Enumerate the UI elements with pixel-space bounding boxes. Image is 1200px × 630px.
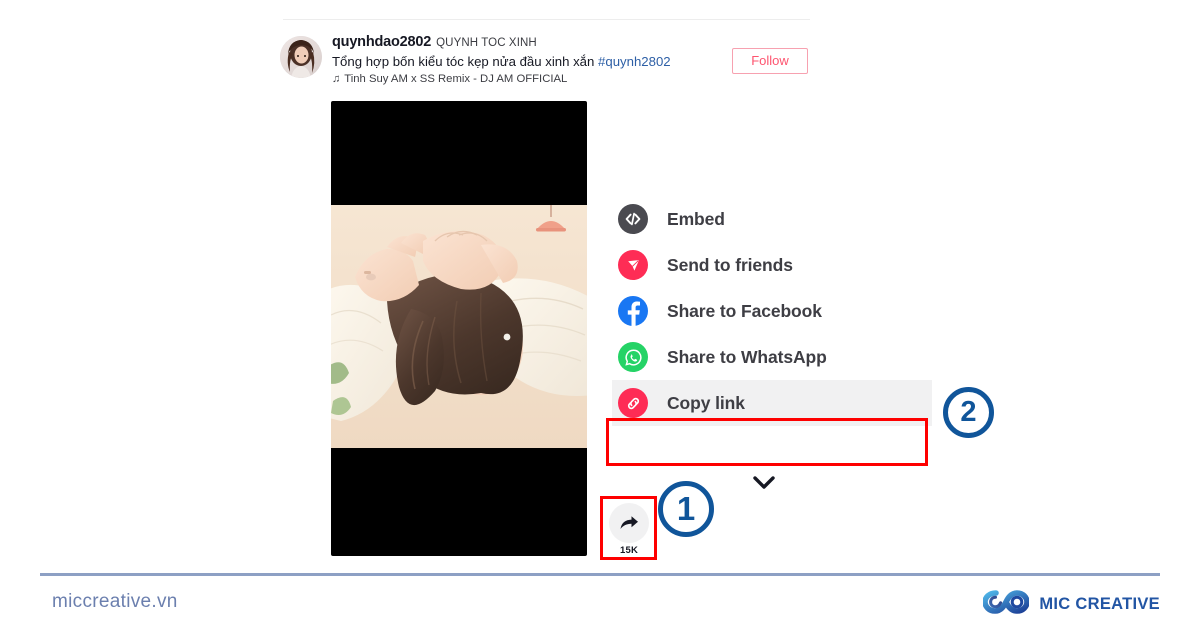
footer-brand-name: MIC CREATIVE xyxy=(1039,595,1160,613)
whatsapp-icon xyxy=(618,342,648,372)
footer-divider xyxy=(40,573,1160,576)
share-item-facebook[interactable]: Share to Facebook xyxy=(612,288,932,334)
share-item-copy-link[interactable]: Copy link xyxy=(612,380,932,426)
post-header: quynhdao2802 QUYNH TOC XINH Tổng hợp bốn … xyxy=(280,34,810,92)
music-title: Tinh Suy AM x SS Remix - DJ AM OFFICIAL xyxy=(344,73,568,85)
share-item-label: Copy link xyxy=(667,392,745,413)
user-avatar-photo xyxy=(280,36,322,78)
share-item-send-to-friends[interactable]: Send to friends xyxy=(612,242,932,288)
video-still-image xyxy=(331,205,587,448)
chevron-down-icon[interactable] xyxy=(750,472,778,494)
annotation-marker-1: 1 xyxy=(658,481,714,537)
avatar[interactable] xyxy=(280,36,322,78)
share-item-label: Send to friends xyxy=(667,254,793,275)
mic-creative-infinity-logo xyxy=(982,589,1031,620)
share-button[interactable]: 15K xyxy=(605,503,653,556)
share-item-whatsapp[interactable]: Share to WhatsApp xyxy=(612,334,932,380)
share-menu: Embed Send to friends Share to Facebook … xyxy=(612,196,932,426)
annotation-marker-2: 2 xyxy=(943,387,994,438)
username[interactable]: quynhdao2802 xyxy=(332,34,431,50)
share-arrow-icon[interactable] xyxy=(609,503,649,543)
footer-logo: MIC CREATIVE xyxy=(982,589,1160,620)
post-caption: Tổng hợp bốn kiểu tóc kẹp nửa đầu xinh x… xyxy=(332,53,732,70)
share-item-label: Embed xyxy=(667,208,725,229)
share-item-label: Share to WhatsApp xyxy=(667,346,827,367)
footer-website-url[interactable]: miccreative.vn xyxy=(52,591,178,613)
share-item-embed[interactable]: Embed xyxy=(612,196,932,242)
nickname: QUYNH TOC XINH xyxy=(436,37,537,49)
follow-button[interactable]: Follow xyxy=(732,48,808,74)
top-divider xyxy=(283,19,810,20)
link-chain-icon xyxy=(618,388,648,418)
music-info[interactable]: ♫ Tinh Suy AM x SS Remix - DJ AM OFFICIAL xyxy=(332,72,732,87)
caption-text: Tổng hợp bốn kiểu tóc kẹp nửa đầu xinh x… xyxy=(332,54,599,69)
send-paperplane-icon xyxy=(618,250,648,280)
author-line: quynhdao2802 QUYNH TOC XINH xyxy=(332,34,732,51)
share-count: 15K xyxy=(619,545,639,556)
caption-hashtag[interactable]: #quynh2802 xyxy=(598,54,671,69)
share-item-label: Share to Facebook xyxy=(667,300,822,321)
video-frame xyxy=(331,205,587,448)
embed-code-icon xyxy=(618,204,648,234)
facebook-icon xyxy=(618,296,648,326)
video-player[interactable] xyxy=(331,101,587,556)
music-note-icon: ♫ xyxy=(332,73,341,85)
post-meta: quynhdao2802 QUYNH TOC XINH Tổng hợp bốn … xyxy=(332,34,732,87)
